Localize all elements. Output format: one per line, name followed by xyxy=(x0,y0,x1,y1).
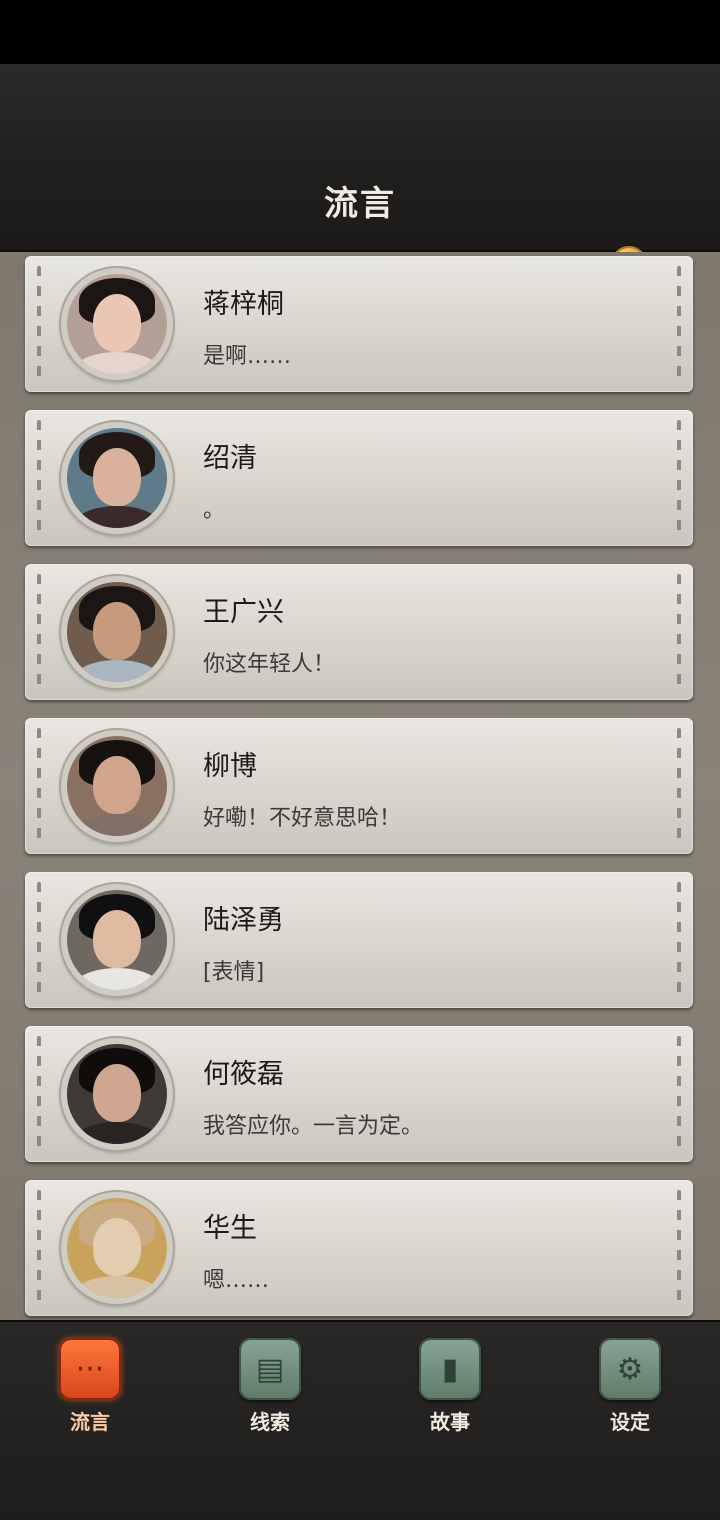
page-title: 流言 xyxy=(324,184,396,224)
avatar xyxy=(61,1038,173,1150)
contact-name: 王广兴 xyxy=(203,597,284,628)
avatar xyxy=(61,884,173,996)
avatar xyxy=(61,422,173,534)
list-item[interactable]: 何筱磊 我答应你。一言为定。 xyxy=(25,1026,693,1162)
app-header: 流言 ∞ xyxy=(0,64,720,282)
contact-name: 柳博 xyxy=(203,751,257,782)
tab-clues[interactable]: ▤ 线索 xyxy=(210,1338,330,1448)
stitch-right xyxy=(677,1036,681,1152)
list-item[interactable]: 华生 嗯…… xyxy=(25,1180,693,1316)
list-item[interactable]: 绍清 。 xyxy=(25,410,693,546)
bottom-tab-bar: ··· 流言 ▤ 线索 ▮ 故事 ⚙ 设定 xyxy=(0,1320,720,1520)
stitch-right xyxy=(677,574,681,690)
tab-story[interactable]: ▮ 故事 xyxy=(390,1338,510,1448)
avatar xyxy=(61,268,173,380)
stitch-left xyxy=(37,1036,41,1152)
list-item[interactable]: 陆泽勇 [表情] xyxy=(25,872,693,1008)
last-message: 是啊…… xyxy=(203,344,292,369)
contact-name: 蒋梓桐 xyxy=(203,289,284,320)
tab-label: 线索 xyxy=(250,1410,290,1434)
last-message: 好嘞！不好意思哈！ xyxy=(203,806,402,831)
avatar xyxy=(61,730,173,842)
list-item[interactable]: 王广兴 你这年轻人！ xyxy=(25,564,693,700)
last-message: 我答应你。一言为定。 xyxy=(203,1114,424,1139)
conversation-list: 蒋梓桐 是啊…… 绍清 。 王广兴 你这年轻人！ 柳博 好嘞！不好意思哈！ 陆泽… xyxy=(0,252,720,1320)
stitch-right xyxy=(677,1190,681,1306)
stitch-left xyxy=(37,574,41,690)
list-item[interactable]: 柳博 好嘞！不好意思哈！ xyxy=(25,718,693,854)
contact-name: 华生 xyxy=(203,1213,257,1244)
stitch-left xyxy=(37,1190,41,1306)
stitch-left xyxy=(37,420,41,536)
stitch-right xyxy=(677,882,681,998)
stitch-left xyxy=(37,728,41,844)
avatar xyxy=(61,576,173,688)
last-message: 嗯…… xyxy=(203,1268,270,1293)
book-icon: ▮ xyxy=(419,1338,481,1400)
stitch-right xyxy=(677,420,681,536)
contact-name: 陆泽勇 xyxy=(203,905,284,936)
gear-icon: ⚙ xyxy=(599,1338,661,1400)
tab-label: 流言 xyxy=(70,1410,110,1434)
tab-label: 设定 xyxy=(610,1410,650,1434)
last-message: [表情] xyxy=(203,960,265,985)
papers-icon: ▤ xyxy=(239,1338,301,1400)
tab-label: 故事 xyxy=(430,1410,470,1434)
stitch-left xyxy=(37,266,41,382)
contact-name: 何筱磊 xyxy=(203,1059,284,1090)
last-message: 你这年轻人！ xyxy=(203,652,336,677)
chat-bubble-icon: ··· xyxy=(59,1338,121,1400)
list-item[interactable]: 蒋梓桐 是啊…… xyxy=(25,256,693,392)
stitch-right xyxy=(677,728,681,844)
tab-settings[interactable]: ⚙ 设定 xyxy=(570,1338,690,1448)
tab-rumors[interactable]: ··· 流言 xyxy=(30,1338,150,1448)
stitch-right xyxy=(677,266,681,382)
avatar xyxy=(61,1192,173,1304)
last-message: 。 xyxy=(203,498,226,523)
contact-name: 绍清 xyxy=(203,443,257,474)
stitch-left xyxy=(37,882,41,998)
status-bar xyxy=(0,0,720,64)
